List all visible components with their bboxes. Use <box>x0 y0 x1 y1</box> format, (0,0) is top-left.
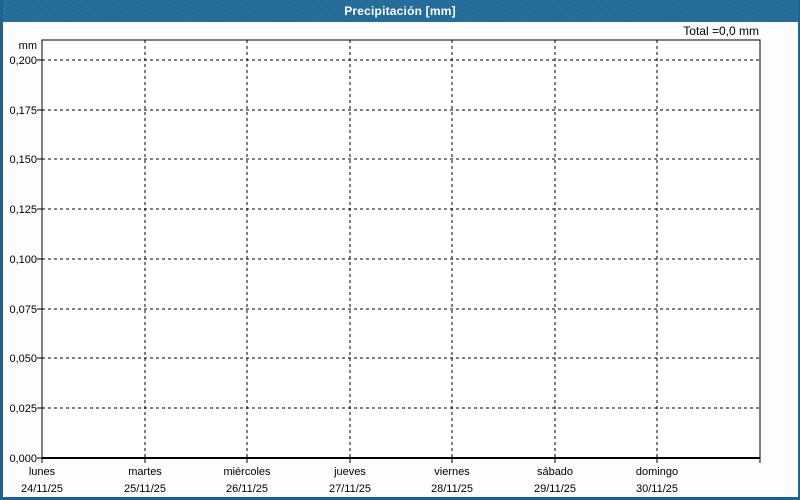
svg-text:26/11/25: 26/11/25 <box>226 483 268 495</box>
precipitation-chart: 0,200 0,175 0,150 0,125 0,100 0,075 0,050 0,025… <box>9 39 761 495</box>
window-title: Precipitación [mm] <box>344 4 456 18</box>
svg-text:0,000: 0,000 <box>9 453 37 465</box>
svg-text:30/11/25: 30/11/25 <box>636 483 678 495</box>
svg-text:0,050: 0,050 <box>9 353 37 365</box>
svg-text:jueves: jueves <box>333 466 366 478</box>
svg-text:viernes: viernes <box>434 466 470 478</box>
svg-text:sábado: sábado <box>537 466 573 478</box>
precipitation-window: Precipitación [mm] Total =0,0 mm 0,200 0,… <box>0 0 800 500</box>
svg-text:mm: mm <box>19 40 37 52</box>
svg-text:0,075: 0,075 <box>9 304 37 316</box>
total-label: Total =0,0 mm <box>683 24 759 38</box>
svg-text:miércoles: miércoles <box>223 466 271 478</box>
window-titlebar: Precipitación [mm] <box>0 0 800 22</box>
svg-text:martes: martes <box>128 466 162 478</box>
svg-text:0,175: 0,175 <box>9 105 37 117</box>
svg-text:0,125: 0,125 <box>9 204 37 216</box>
svg-text:25/11/25: 25/11/25 <box>124 483 166 495</box>
svg-text:0,100: 0,100 <box>9 254 37 266</box>
svg-text:27/11/25: 27/11/25 <box>329 483 371 495</box>
svg-text:29/11/25: 29/11/25 <box>534 483 576 495</box>
svg-text:domingo: domingo <box>636 466 678 478</box>
svg-text:28/11/25: 28/11/25 <box>431 483 473 495</box>
svg-text:lunes: lunes <box>29 466 56 478</box>
svg-text:0,150: 0,150 <box>9 154 37 166</box>
svg-text:0,025: 0,025 <box>9 403 37 415</box>
svg-text:0,200: 0,200 <box>9 55 37 67</box>
svg-text:24/11/25: 24/11/25 <box>21 483 63 495</box>
